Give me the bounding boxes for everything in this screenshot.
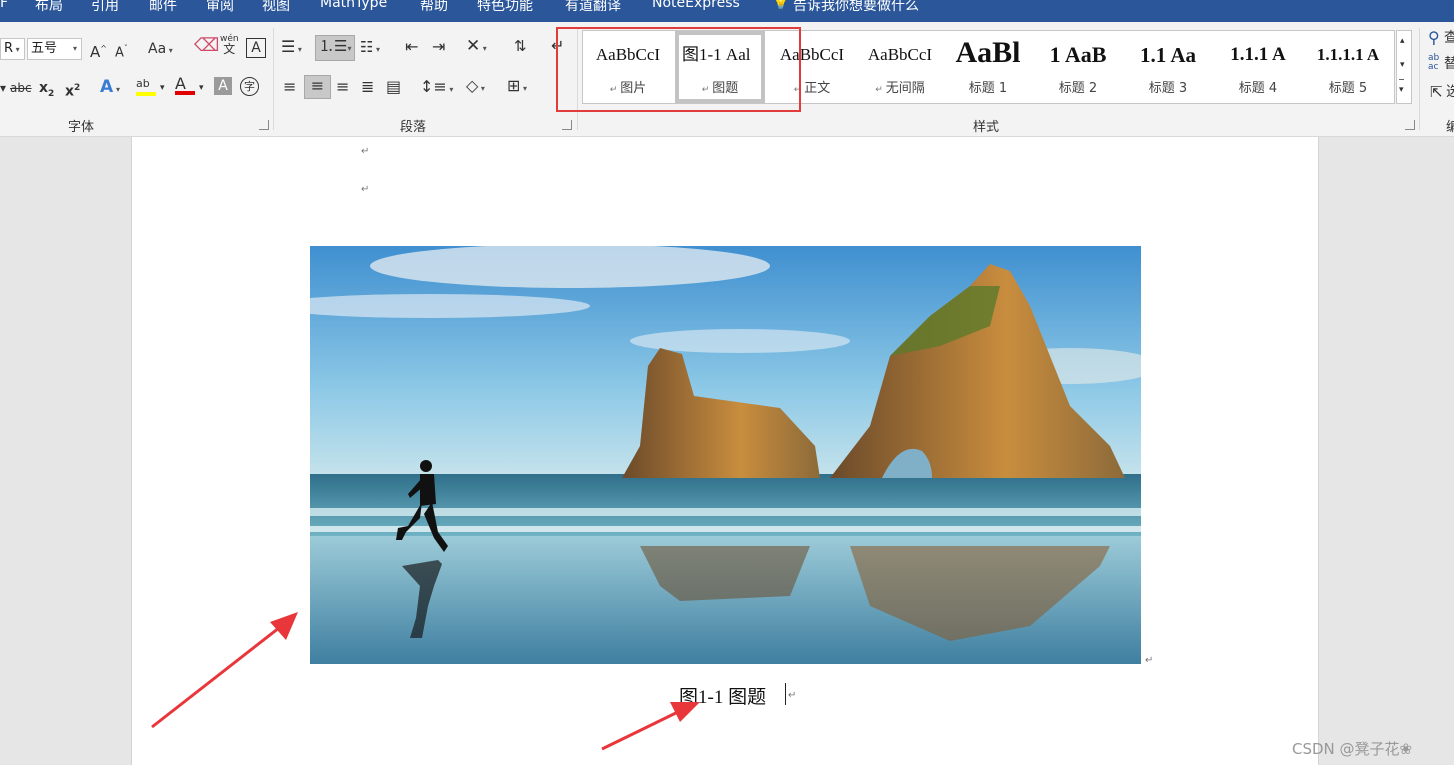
red-arrow-icon (601, 702, 700, 751)
watermark: CSDN @凳子花❀ (1292, 740, 1413, 758)
red-arrow-icon (151, 612, 298, 729)
annotation-arrows (151, 612, 700, 751)
